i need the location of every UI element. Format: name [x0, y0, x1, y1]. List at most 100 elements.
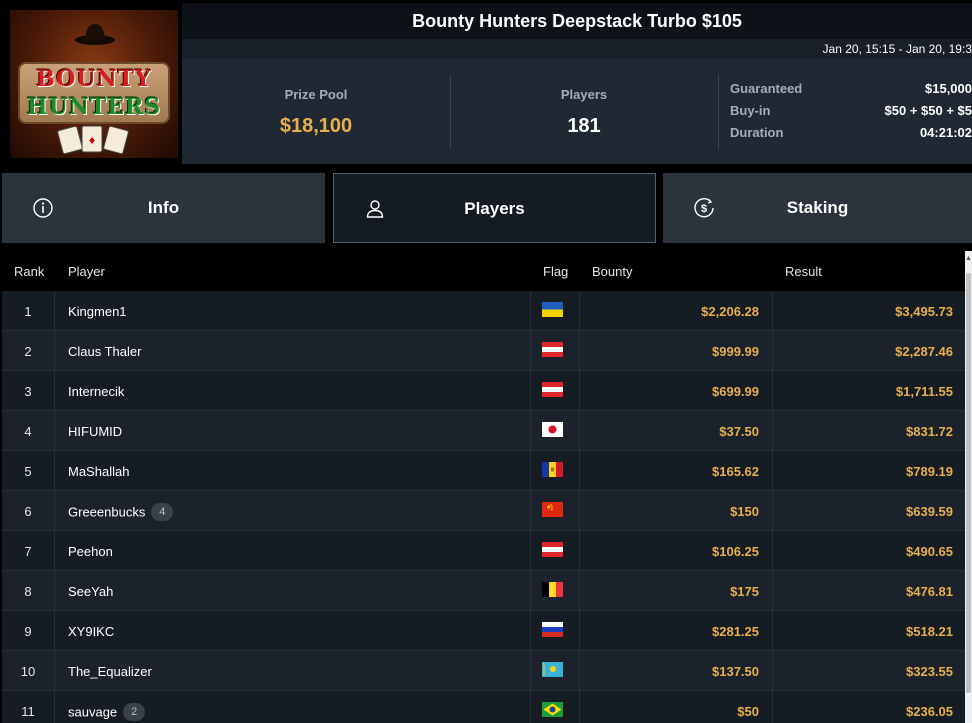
- result-cell: $236.05: [906, 704, 953, 719]
- column-divider: [579, 411, 580, 451]
- column-header-result[interactable]: Result: [785, 264, 822, 279]
- player-tag-badge: 2: [123, 703, 146, 721]
- column-divider: [579, 651, 580, 691]
- table-row[interactable]: 2 Claus Thaler $999.99 $2,287.46: [2, 331, 965, 371]
- column-header-rank[interactable]: Rank: [14, 264, 44, 279]
- column-divider: [772, 691, 773, 723]
- scroll-up-arrow-icon[interactable]: ▲: [965, 255, 972, 263]
- player-name-text: MaShallah: [68, 464, 130, 479]
- playing-cards-icon: ♦: [57, 125, 129, 154]
- column-divider: [772, 331, 773, 371]
- column-header-player[interactable]: Player: [68, 264, 105, 279]
- table-row[interactable]: 1 Kingmen1 $2,206.28 $3,495.73: [2, 291, 965, 331]
- cowboy-hat-icon: [75, 24, 115, 45]
- result-cell: $1,711.55: [895, 384, 953, 399]
- logo-sign: BOUNTY HUNTERS: [18, 62, 170, 124]
- column-divider: [530, 611, 531, 651]
- players-label: Players: [560, 87, 608, 102]
- column-divider: [530, 571, 531, 611]
- result-cell: $476.81: [906, 584, 953, 599]
- tab-info[interactable]: Info: [2, 173, 325, 243]
- player-name[interactable]: The_Equalizer: [68, 664, 152, 679]
- column-divider: [54, 411, 55, 451]
- table-row[interactable]: 9 XY9IKC $281.25 $518.21: [2, 611, 965, 651]
- column-divider: [579, 691, 580, 723]
- bounty-cell: $165.62: [712, 464, 759, 479]
- column-divider: [54, 291, 55, 331]
- scrollbar-thumb[interactable]: [966, 273, 971, 693]
- column-divider: [579, 491, 580, 531]
- player-name[interactable]: SeeYah: [68, 584, 113, 599]
- prize-pool-label: Prize Pool: [284, 87, 348, 102]
- column-divider: [579, 611, 580, 651]
- detail-key: Guaranteed: [730, 81, 803, 96]
- player-name[interactable]: HIFUMID: [68, 424, 122, 439]
- tab-players[interactable]: Players: [333, 173, 656, 243]
- player-name-text: Internecik: [68, 384, 125, 399]
- rank-cell: 10: [20, 664, 36, 679]
- player-name[interactable]: Internecik: [68, 384, 124, 399]
- detail-buy-in: Buy-in $50 + $50 + $5: [730, 103, 972, 125]
- detail-guaranteed: Guaranteed $15,000: [730, 81, 972, 103]
- table-row[interactable]: 10 The_Equalizer $137.50 $323.55: [2, 651, 965, 691]
- column-divider: [54, 451, 55, 491]
- table-header: Rank Player Flag Bounty Result: [2, 251, 965, 291]
- bounty-cell: $999.99: [712, 344, 759, 359]
- stat-divider: [718, 75, 719, 149]
- player-name[interactable]: Peehon: [68, 544, 113, 559]
- column-divider: [530, 491, 531, 531]
- table-row[interactable]: 3 Internecik $699.99 $1,711.55: [2, 371, 965, 411]
- rank-cell: 1: [24, 304, 32, 319]
- rank-cell: 4: [24, 424, 32, 439]
- table-scrollbar[interactable]: ▲: [965, 251, 972, 723]
- column-divider: [54, 651, 55, 691]
- tournament-page: BOUNTY HUNTERS ♦ Bounty Hunters Deepstac…: [0, 0, 972, 723]
- player-name-text: XY9IKC: [68, 624, 115, 639]
- column-divider: [530, 451, 531, 491]
- table-row[interactable]: 8 SeeYah $175 $476.81: [2, 571, 965, 611]
- column-divider: [772, 491, 773, 531]
- player-name[interactable]: MaShallah: [68, 464, 129, 479]
- player-name-text: SeeYah: [68, 584, 114, 599]
- column-divider: [579, 371, 580, 411]
- logo-text-hunters: HUNTERS: [26, 94, 162, 120]
- player-name[interactable]: Greeenbucks 4: [68, 503, 174, 522]
- tournament-logo: BOUNTY HUNTERS ♦: [3, 3, 182, 164]
- column-divider: [530, 371, 531, 411]
- result-cell: $789.19: [906, 464, 953, 479]
- player-name[interactable]: Claus Thaler: [68, 344, 141, 359]
- player-name[interactable]: XY9IKC: [68, 624, 114, 639]
- column-divider: [530, 411, 531, 451]
- player-name[interactable]: Kingmen1: [68, 304, 127, 319]
- tournament-dates: Jan 20, 15:15 - Jan 20, 19:3: [182, 39, 972, 59]
- player-name[interactable]: sauvage 2: [68, 703, 146, 722]
- table-row[interactable]: 11 sauvage 2 $50 $236.05: [2, 691, 965, 723]
- rank-cell: 11: [21, 704, 35, 719]
- flag-brazil-icon: [542, 702, 563, 717]
- rank-cell: 5: [24, 464, 32, 479]
- detail-value: $15,000: [925, 81, 972, 96]
- tab-label: Info: [147, 198, 180, 217]
- bounty-cell: $150: [730, 504, 759, 519]
- tab-staking[interactable]: $ Staking: [663, 173, 972, 243]
- rank-cell: 3: [24, 384, 32, 399]
- bounty-cell: $37.50: [719, 424, 759, 439]
- tournament-details: Guaranteed $15,000 Buy-in $50 + $50 + $5…: [730, 81, 972, 147]
- table-row[interactable]: 4 HIFUMID $37.50 $831.72: [2, 411, 965, 451]
- tournament-stats: Prize Pool $18,100 Players 181 Guarantee…: [182, 59, 972, 164]
- bounty-cell: $281.25: [712, 624, 759, 639]
- flag-japan-icon: [542, 422, 563, 437]
- table-row[interactable]: 7 Peehon $106.25 $490.65: [2, 531, 965, 571]
- result-cell: $639.59: [906, 504, 953, 519]
- column-divider: [579, 451, 580, 491]
- table-row[interactable]: 6 Greeenbucks 4 ★ $150 $639.59: [2, 491, 965, 531]
- table-row[interactable]: 5 MaShallah $165.62 $789.19: [2, 451, 965, 491]
- column-header-flag[interactable]: Flag: [543, 264, 568, 279]
- rank-cell: 9: [24, 624, 32, 639]
- column-header-bounty[interactable]: Bounty: [592, 264, 632, 279]
- column-divider: [54, 371, 55, 411]
- players-stat: Players 181: [450, 59, 718, 164]
- column-divider: [579, 531, 580, 571]
- result-cell: $518.21: [906, 624, 953, 639]
- column-divider: [772, 651, 773, 691]
